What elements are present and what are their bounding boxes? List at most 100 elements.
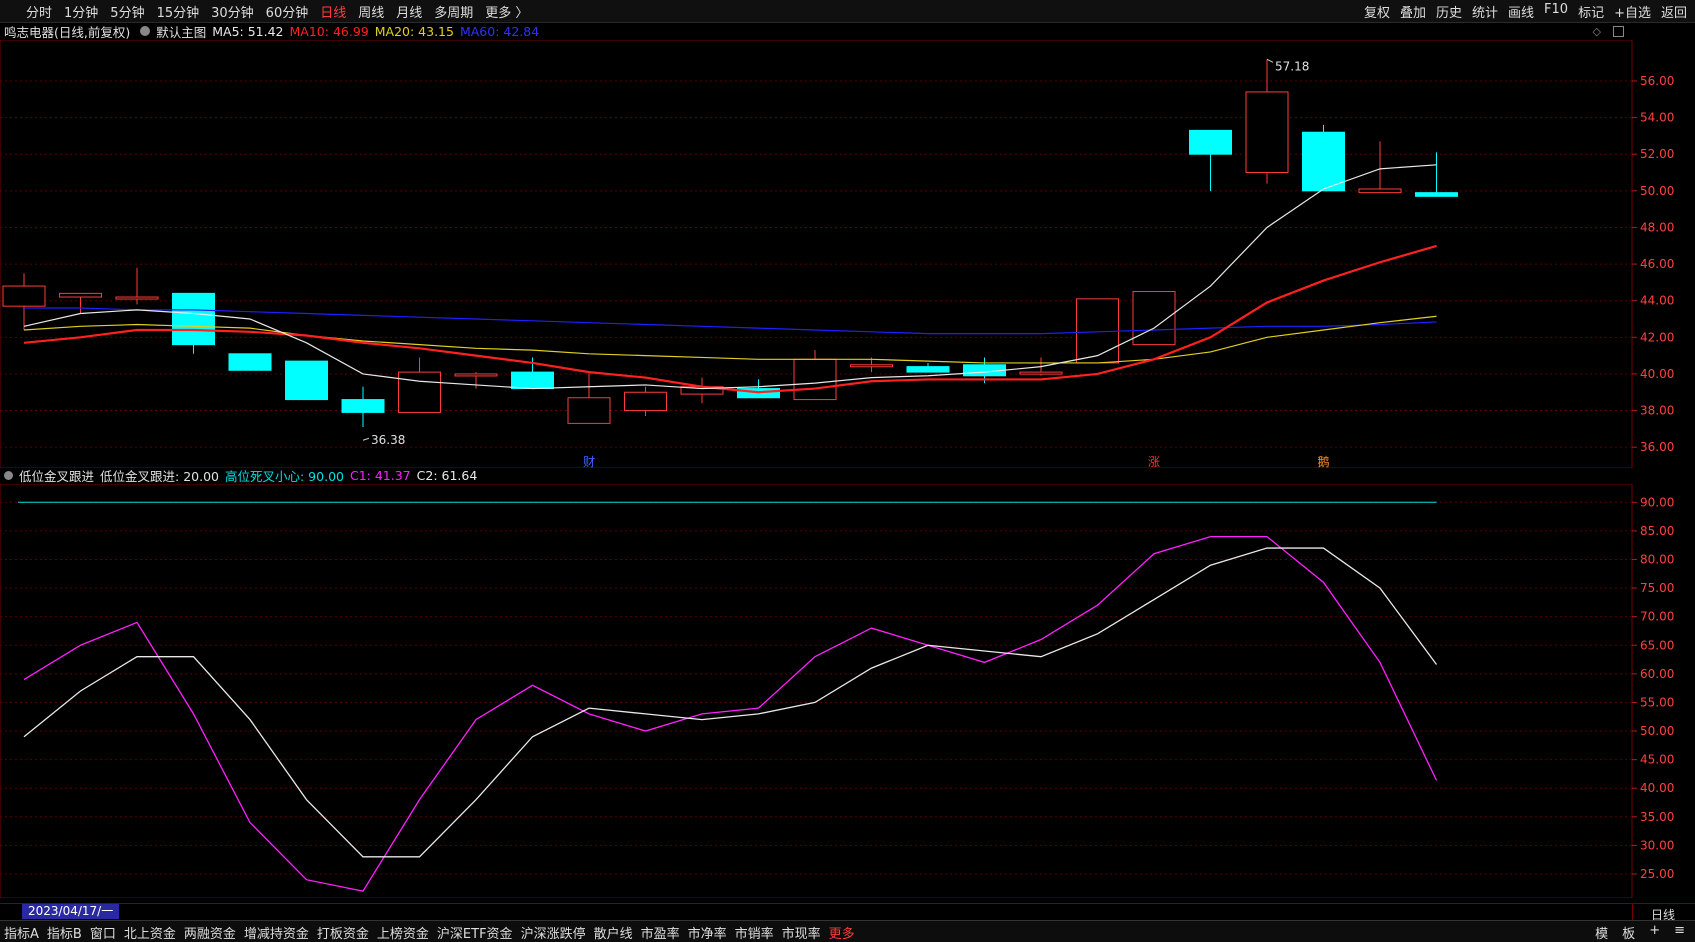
indicator-tab-7[interactable]: 上榜资金 (377, 923, 429, 942)
window-icon[interactable] (1613, 25, 1624, 37)
main-candlestick-chart[interactable]: 56.00 54.00 52.00 50.00 48.00 46.00 44.00 42.00… (0, 40, 1695, 468)
tool-button-5[interactable]: F10 (1544, 2, 1568, 21)
c2-label: C2: 61.64 (416, 467, 478, 483)
ma20-label: MA20: 43.15 (374, 23, 454, 39)
date-label: 2023/04/17/一 (22, 904, 120, 919)
c1-label: C1: 41.37 (349, 467, 411, 483)
period-tab-7[interactable]: 周线 (358, 2, 384, 21)
indicator-tabs: 指标A 指标B 窗口 北上资金 两融资金 增减持资金 打板资金 上榜资金 沪深ETF资金 沪深涨跌… (4, 923, 855, 942)
period-tab-8[interactable]: 月线 (396, 2, 422, 21)
high-annotation: 57.18 (1275, 59, 1309, 73)
tool-button-0[interactable]: 复权 (1364, 2, 1390, 21)
period-tab-4[interactable]: 30分钟 (211, 2, 254, 21)
bottom-control-2[interactable]: + (1649, 923, 1660, 942)
indicator-tab-0[interactable]: 指标A (4, 923, 39, 942)
indicator-tab-15[interactable]: 更多 (829, 923, 855, 942)
sub-tick-label-5: 65.00 (1640, 638, 1674, 652)
main-plot-frame (0, 40, 1633, 468)
candle-body-22 (1245, 91, 1289, 174)
tool-menu: 复权 叠加 历史 统计 画线 F10 标记 +自选 返回 (1364, 2, 1687, 21)
candle-body-9 (511, 371, 554, 390)
period-tab-9[interactable]: 多周期 (434, 2, 473, 21)
main-tick-label-1: 54.00 (1640, 111, 1674, 125)
low-marker (362, 437, 370, 441)
ma60-label: MA60: 42.84 (459, 23, 540, 39)
top-toolbar: 分时 1分钟 5分钟 15分钟 30分钟 60分钟 日线 周线 月线 多周期 更多 〉 复权 叠加 历史… (0, 0, 1695, 23)
stock-title: 鸣志电器(日线,前复权) (4, 24, 131, 40)
period-tab-5[interactable]: 60分钟 (266, 2, 309, 21)
sub-tick-label-10: 40.00 (1640, 781, 1674, 795)
indicator-chart[interactable]: 90.00 85.00 80.00 75.00 70.00 65.00 60.00 55.00… (0, 484, 1695, 898)
candle-body-1 (59, 292, 102, 298)
sub-tick-label-6: 60.00 (1640, 667, 1674, 681)
sub-tick-label-4: 70.00 (1640, 610, 1674, 624)
period-tab-1[interactable]: 1分钟 (64, 2, 98, 21)
indicator-settings-icon[interactable] (4, 470, 13, 480)
main-tick-label-7: 42.00 (1640, 330, 1674, 344)
main-tick-label-5: 46.00 (1640, 257, 1674, 271)
bottom-indicator-bar: 指标A 指标B 窗口 北上资金 两融资金 增减持资金 打板资金 上榜资金 沪深ETF资金 沪深涨跌… (0, 920, 1695, 942)
sub-tick-label-9: 45.00 (1640, 753, 1674, 767)
tool-button-1[interactable]: 叠加 (1400, 2, 1426, 21)
bottom-control-0[interactable]: 模 (1595, 923, 1608, 942)
indicator-tab-6[interactable]: 打板资金 (317, 923, 369, 942)
indicator-tab-9[interactable]: 沪深涨跌停 (521, 923, 586, 942)
candle-body-23 (1302, 131, 1345, 192)
settings-icon[interactable] (140, 26, 151, 36)
indicator-legend: 低位金叉跟进 低位金叉跟进: 20.00 高位死叉小心: 90.00 C1: 4… (0, 466, 1632, 484)
indicator-tab-10[interactable]: 散户线 (594, 923, 633, 942)
indicator-tab-11[interactable]: 市盈率 (641, 923, 680, 942)
main-tick-label-3: 50.00 (1640, 184, 1674, 198)
param-low: 低位金叉跟进: 20.00 (100, 468, 219, 484)
series-c1-line (23, 535, 1438, 892)
period-tab-10[interactable]: 更多 〉 (485, 2, 528, 21)
indicator-tab-5[interactable]: 增减持资金 (244, 923, 309, 942)
candle-body-24 (1358, 188, 1402, 194)
candle-body-11 (624, 391, 667, 412)
sub-tick-label-11: 35.00 (1640, 810, 1674, 824)
tool-button-3[interactable]: 统计 (1472, 2, 1498, 21)
candle-body-5 (285, 360, 328, 401)
period-tab-2[interactable]: 5分钟 (110, 2, 144, 21)
bottom-control-1[interactable]: 板 (1622, 923, 1635, 942)
tool-button-4[interactable]: 画线 (1508, 2, 1534, 21)
indicator-tab-2[interactable]: 窗口 (90, 923, 116, 942)
candle-body-18 (1019, 371, 1063, 375)
candle-body-3 (172, 292, 215, 346)
period-tab-3[interactable]: 15分钟 (157, 2, 200, 21)
tool-button-8[interactable]: 返回 (1661, 2, 1687, 21)
period-tab-0[interactable]: 分时 (26, 2, 52, 21)
period-label-box: 日线 (1632, 903, 1695, 922)
sub-tick-label-2: 80.00 (1640, 552, 1674, 566)
period-tab-6[interactable]: 日线 (320, 2, 346, 21)
indicator-tab-12[interactable]: 市净率 (688, 923, 727, 942)
candle-body-0 (2, 285, 46, 307)
ma5-label: MA5: 51.42 (212, 23, 284, 39)
bottom-control-3[interactable]: ≡ (1674, 923, 1685, 942)
indicator-tab-13[interactable]: 市销率 (735, 923, 774, 942)
indicator-tab-4[interactable]: 两融资金 (184, 923, 236, 942)
indicator-tab-14[interactable]: 市现率 (782, 923, 821, 942)
indicator-tab-1[interactable]: 指标B (47, 923, 82, 942)
main-tick-label-6: 44.00 (1640, 294, 1674, 308)
main-chart-legend: 鸣志电器(日线,前复权) 默认主图 MA5: 51.42 MA10: 46.99… (0, 22, 1632, 40)
diamond-icon[interactable]: ◇ (1593, 25, 1601, 38)
candle-body-21 (1189, 129, 1232, 155)
template-label[interactable]: 默认主图 (156, 22, 206, 41)
main-tick-label-8: 40.00 (1640, 367, 1674, 381)
indicator-name[interactable]: 低位金叉跟进 (19, 466, 94, 485)
tool-button-7[interactable]: +自选 (1614, 2, 1651, 21)
main-tick-label-4: 48.00 (1640, 220, 1674, 234)
indicator-tab-8[interactable]: 沪深ETF资金 (437, 923, 513, 942)
candle-body-2 (115, 296, 159, 300)
candle-body-16 (906, 366, 950, 373)
sub-tick-label-7: 55.00 (1640, 695, 1674, 709)
tool-button-2[interactable]: 历史 (1436, 2, 1462, 21)
ma10-label: MA10: 46.99 (289, 23, 369, 39)
date-axis: 2023/04/17/一 (0, 903, 1632, 920)
indicator-tab-3[interactable]: 北上资金 (124, 923, 176, 942)
candle-body-8 (454, 373, 498, 377)
tool-button-6[interactable]: 标记 (1578, 2, 1604, 21)
sub-tick-label-12: 30.00 (1640, 838, 1674, 852)
candle-body-4 (228, 353, 272, 371)
